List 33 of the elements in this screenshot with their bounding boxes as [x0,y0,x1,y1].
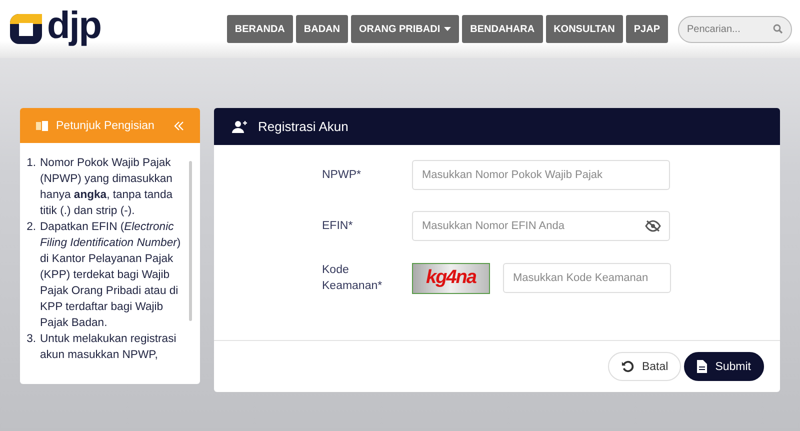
search-icon [773,24,783,34]
logo-text: djp [47,7,101,45]
cancel-button[interactable]: Batal [608,352,682,381]
nav-link[interactable]: KONSULTAN [546,15,623,43]
logo-icon [8,12,44,46]
document-icon [697,360,708,373]
list-number: 1. [26,156,37,171]
guide-title: Petunjuk Pengisian [56,120,154,132]
guide-text: Untuk melakukan registrasi akun masukkan NPWP, [40,332,178,363]
input-field[interactable]: Masukkan Kode Keamanan [503,263,671,293]
input-field[interactable]: Masukkan Nomor EFIN Anda [412,211,670,241]
add-user-icon [232,120,248,134]
nav-link[interactable]: PJAP [626,15,668,43]
guide-text: Dapatkan EFIN (Electronic Filing Identification Number) di Kantor Pelayanan Pajak (KPP) terdekat bagi Wajib Pajak Orang Pribadi atau di KPP terdaftar bagi Wajib Pajak Badan. [40,220,182,331]
caret-icon [444,27,452,31]
submit-button[interactable]: Submit [684,352,764,381]
eye-slash-icon[interactable] [645,220,661,232]
search-field[interactable]: Pencarian... [678,16,792,42]
nav-link[interactable]: BERANDA [226,15,293,43]
input-field[interactable]: Masukkan Nomor Pokok Wajib Pajak [412,160,670,190]
field-label: NPWP* [322,168,362,183]
field-label: EFIN* [322,219,354,234]
nav-link[interactable]: BENDAHARA [462,15,543,43]
guide-text: Nomor Pokok Wajib Pajak (NPWP) yang dimasukkan hanya angka, tanpa tanda titik (.) dan strip (-). [40,156,174,219]
book-icon [36,120,48,130]
card-title: Registrasi Akun [258,119,348,134]
list-number: 3. [26,332,37,347]
captcha-image: kg4na [412,262,490,294]
undo-icon [620,360,634,373]
list-number: 2. [26,220,37,235]
nav-link[interactable]: BADAN [296,15,348,43]
nav-link[interactable]: ORANG PRIBADI [351,15,460,43]
field-label: Kode Keamanan* [322,263,384,294]
